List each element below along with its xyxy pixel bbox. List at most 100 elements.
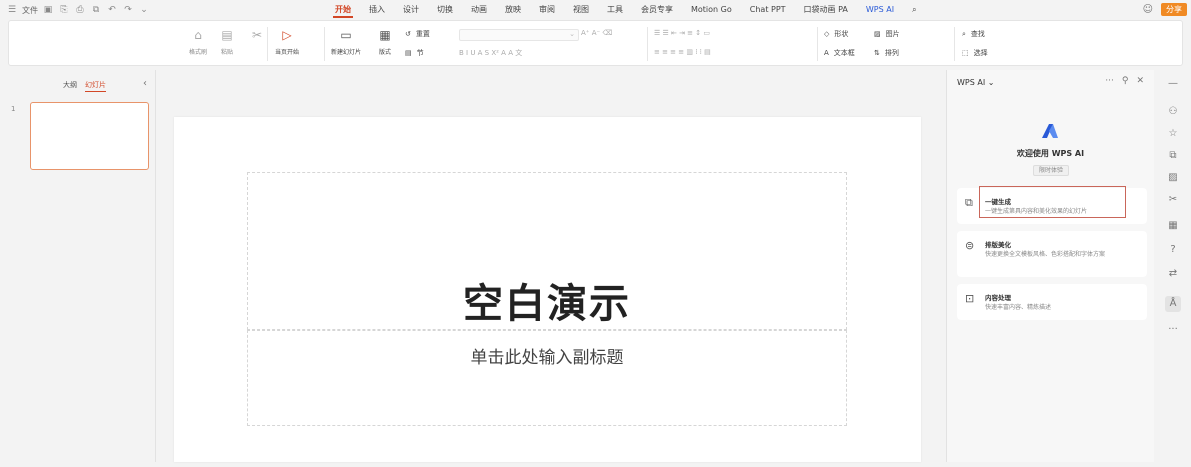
chevron-down-icon[interactable]: ⌄ — [138, 4, 150, 16]
chevron-down-icon: ⌄ — [569, 30, 575, 38]
picture-label: 图片 — [885, 30, 900, 38]
share-button[interactable]: 分享 — [1161, 3, 1187, 16]
ai-panel-header[interactable]: WPS AI ⌄ — [957, 78, 994, 87]
tab-transition[interactable]: 切换 — [428, 0, 462, 20]
divider — [817, 27, 818, 61]
layout-button[interactable]: ▦ 版式 — [377, 21, 393, 56]
ai-panel-title: WPS AI — [957, 78, 986, 87]
close-icon[interactable]: ✕ — [1136, 76, 1144, 86]
highlight-box — [979, 186, 1126, 218]
more-icon[interactable]: ··· — [1105, 76, 1114, 86]
play-current-button[interactable]: ▷ 当页开始 — [275, 21, 299, 56]
textbox-button[interactable]: A 文本框 — [824, 48, 855, 58]
tab-wps-ai[interactable]: WPS AI — [857, 0, 903, 20]
minimize-icon[interactable]: — — [1165, 76, 1181, 92]
divider — [647, 27, 648, 61]
font-size-tools[interactable]: A⁺ A⁻ ⌫ — [581, 29, 612, 37]
assistant-icon[interactable]: ⚇ — [1165, 104, 1181, 120]
tab-home[interactable]: 开始 — [326, 0, 360, 20]
navigator-tabs: 大纲 幻灯片 — [63, 80, 106, 92]
clipboard-icon: ▤ — [221, 28, 233, 42]
star-icon[interactable]: ☆ — [1165, 126, 1181, 142]
card-description: 快速丰富内容、精炼描述 — [985, 304, 1052, 311]
find-button[interactable]: ⌕ 查找 — [962, 29, 985, 39]
paragraph-tools[interactable]: ☰ ☰ ⇤ ⇥ ≡ ↕ ▭ — [654, 29, 710, 37]
file-menu[interactable]: 文件 — [22, 5, 38, 16]
search-icon[interactable]: ⌕ — [903, 0, 925, 20]
layout-label: 版式 — [378, 49, 391, 56]
ai-welcome-text: 欢迎使用 WPS AI — [1016, 149, 1085, 158]
brush-icon: ⌂ — [194, 28, 202, 42]
more-icon[interactable]: ··· — [1165, 322, 1181, 338]
textbox-icon: A — [824, 49, 829, 57]
reset-button[interactable]: ↺ 重置 — [405, 29, 430, 39]
tab-tools[interactable]: 工具 — [598, 0, 632, 20]
find-label: 查找 — [970, 30, 985, 38]
content-processing-card[interactable]: ⊡ 内容处理 快速丰富内容、精炼描述 — [957, 284, 1147, 320]
tab-review[interactable]: 审阅 — [530, 0, 564, 20]
image-icon[interactable]: ▨ — [1165, 170, 1181, 186]
preview-icon[interactable]: ⧉ — [90, 4, 102, 16]
beautify-icon: ⊜ — [965, 239, 975, 252]
ribbon-home: ⌂ 格式刷 ▤ 粘贴 ✂ ▷ 当页开始 ▭ 新建幻灯片 ▦ 版式 ↺ 重置 ▤ 节 … — [8, 20, 1183, 66]
picture-button[interactable]: ▨ 图片 — [874, 29, 900, 39]
slide-thumbnail[interactable] — [30, 102, 149, 170]
reset-label: 重置 — [415, 30, 430, 38]
subtitle-placeholder[interactable]: 单击此处输入副标题 — [247, 330, 847, 426]
layout-beautify-card[interactable]: ⊜ 排版美化 快速更换全文模板风格、色彩搭配和字体方案 — [957, 231, 1147, 277]
smiley-icon[interactable]: ☺ — [1143, 4, 1153, 15]
tab-outline[interactable]: 大纲 — [63, 80, 77, 92]
font-style-tools[interactable]: B I U A S X² A A 文 — [459, 48, 522, 58]
slide-subtitle[interactable]: 单击此处输入副标题 — [248, 343, 846, 368]
font-name-select[interactable]: ⌄ — [459, 29, 579, 41]
divider — [267, 27, 268, 61]
card-title: 排版美化 — [985, 241, 1011, 249]
select-button[interactable]: ⬚ 选择 — [962, 48, 988, 58]
tools-icon[interactable]: ✂ — [1165, 192, 1181, 208]
help-icon[interactable]: ? — [1165, 242, 1181, 258]
search-icon: ⌕ — [962, 29, 966, 38]
cut-copy-group[interactable]: ✂ — [249, 21, 265, 43]
ribbon-tabs: 开始 插入 设计 切换 动画 放映 审阅 视图 工具 会员专享 Motion G… — [326, 0, 926, 20]
tab-animation[interactable]: 动画 — [462, 0, 496, 20]
tab-view[interactable]: 视图 — [564, 0, 598, 20]
export-icon[interactable]: ⎘ — [58, 4, 70, 16]
tab-member[interactable]: 会员专享 — [632, 0, 682, 20]
tab-design[interactable]: 设计 — [394, 0, 428, 20]
new-slide-button[interactable]: ▭ 新建幻灯片 — [331, 21, 361, 56]
tab-chat-ppt[interactable]: Chat PPT — [741, 0, 795, 20]
new-slide-icon: ▭ — [340, 28, 352, 42]
table-icon[interactable]: ▦ — [1165, 218, 1181, 234]
trial-badge: 限时体验 — [1033, 165, 1069, 176]
layout-icon: ▦ — [379, 28, 391, 42]
scissors-icon: ✂ — [251, 28, 263, 42]
title-placeholder[interactable]: 空白演示 — [247, 172, 847, 330]
copy-icon[interactable]: ⧉ — [1165, 148, 1181, 164]
tab-insert[interactable]: 插入 — [360, 0, 394, 20]
slide-navigator: 大纲 幻灯片 ‹ 1 — [8, 70, 156, 462]
arrange-button[interactable]: ⇅ 排列 — [874, 48, 899, 58]
tab-pocket-animation[interactable]: 口袋动画 PA — [795, 0, 857, 20]
chevron-left-icon[interactable]: ‹ — [143, 78, 147, 89]
paste-button[interactable]: ▤ 粘贴 — [219, 21, 235, 56]
wps-ai-icon[interactable]: Å — [1165, 296, 1181, 312]
format-painter-label: 格式刷 — [189, 49, 208, 56]
tab-motion-go[interactable]: Motion Go — [682, 0, 741, 20]
undo-icon[interactable]: ↶ — [106, 4, 118, 16]
shape-button[interactable]: ◇ 形状 — [824, 29, 848, 39]
slide-title[interactable]: 空白演示 — [248, 271, 846, 329]
menu-icon[interactable]: ☰ — [6, 4, 18, 16]
share-icon[interactable]: ⇄ — [1165, 266, 1181, 282]
arrange-label: 排列 — [884, 49, 899, 57]
print-icon[interactable]: ⎙ — [74, 4, 86, 16]
menu-bar: ☰ 文件 ▣ ⎘ ⎙ ⧉ ↶ ↷ ⌄ 开始 插入 设计 切换 动画 放映 审阅 … — [0, 0, 1191, 20]
pin-icon[interactable]: ⚲ — [1122, 76, 1129, 86]
section-button[interactable]: ▤ 节 — [405, 48, 424, 58]
slide[interactable]: 空白演示 单击此处输入副标题 — [174, 117, 921, 462]
save-icon[interactable]: ▣ — [42, 4, 54, 16]
tab-slideshow[interactable]: 放映 — [496, 0, 530, 20]
format-painter-button[interactable]: ⌂ 格式刷 — [189, 21, 207, 56]
tab-slides[interactable]: 幻灯片 — [85, 80, 106, 92]
redo-icon[interactable]: ↷ — [122, 4, 134, 16]
alignment-tools[interactable]: ≡ ≡ ≡ ≡ ▥ ⁞ ⁞ ▤ — [654, 48, 711, 56]
